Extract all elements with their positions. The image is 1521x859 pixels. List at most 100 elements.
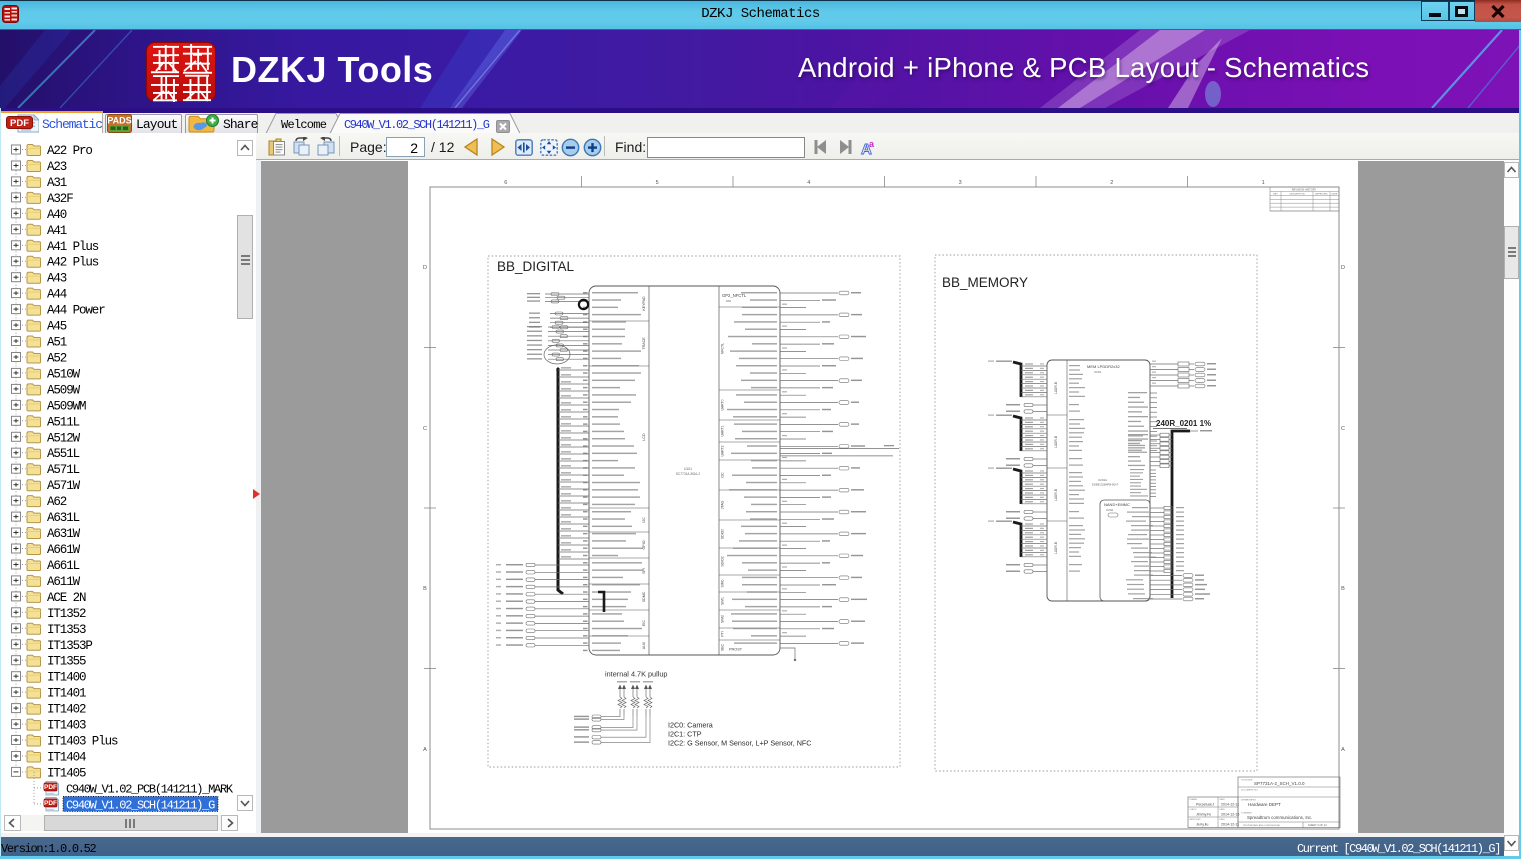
svg-text:A509W: A509W (47, 383, 81, 397)
svg-text:LCD: LCD (642, 433, 646, 441)
svg-text:PTI: PTI (721, 631, 725, 636)
svg-text:A661W: A661W (47, 543, 81, 557)
svg-text:GP2_NFCTL: GP2_NFCTL (722, 293, 747, 298)
svg-text:Jerry.liu: Jerry.liu (1196, 822, 1208, 826)
svg-text:internal 4.7K pullup: internal 4.7K pullup (605, 670, 667, 679)
svg-text:A62: A62 (47, 495, 67, 509)
svg-text:SIM1: SIM1 (721, 597, 725, 605)
svg-text:IT1402: IT1402 (47, 703, 86, 717)
svg-text:A23: A23 (47, 160, 67, 174)
svg-text:BB_DIGITAL: BB_DIGITAL (497, 259, 575, 274)
svg-text:LADR-B: LADR-B (1054, 436, 1058, 448)
svg-text:UART2: UART2 (721, 445, 725, 456)
svg-text:IT1353P: IT1353P (47, 639, 92, 653)
svg-text:DATE: DATE (1220, 818, 1226, 821)
svg-text:A611W: A611W (47, 575, 81, 589)
svg-text:SPI: SPI (642, 568, 646, 574)
svg-text:DATE: DATE (1220, 808, 1226, 811)
svg-text:DESCRIPTION: DESCRIPTION (1290, 194, 1305, 196)
svg-text:2: 2 (1110, 180, 1113, 186)
svg-text:2014-12-11: 2014-12-11 (1221, 822, 1239, 826)
svg-text:REVISION HISTORY: REVISION HISTORY (1292, 188, 1317, 192)
svg-text:A44 Power: A44 Power (47, 304, 105, 318)
svg-text:A32F: A32F (47, 192, 73, 206)
svg-text:APPROVED: APPROVED (1315, 193, 1328, 196)
svg-text:A631L: A631L (47, 511, 80, 525)
svg-text:D: D (423, 265, 427, 271)
svg-text:A51: A51 (47, 336, 67, 350)
svg-text:C940W_V1.02_SCH(141211)_G: C940W_V1.02_SCH(141211)_G (66, 798, 215, 812)
svg-text:A52: A52 (47, 352, 67, 366)
svg-text:240R_0201 1%: 240R_0201 1% (1156, 419, 1211, 428)
svg-text:U201A: U201A (1098, 478, 1107, 482)
svg-text:BB_MEMORY: BB_MEMORY (942, 275, 1028, 290)
svg-text:6: 6 (504, 180, 507, 186)
svg-text:B: B (423, 586, 427, 592)
svg-text:A571L: A571L (47, 463, 80, 477)
svg-text:C940W_V1.02_PCB(141211)_MARK: C940W_V1.02_PCB(141211)_MARK (66, 782, 234, 796)
svg-text:IT1405: IT1405 (47, 766, 86, 780)
svg-text:IT1403: IT1403 (47, 719, 86, 733)
svg-text:I2C: I2C (721, 472, 725, 478)
svg-text:A512W: A512W (47, 431, 81, 445)
svg-text:PDF: PDF (44, 784, 57, 791)
svg-text:U202: U202 (1106, 508, 1114, 512)
svg-text:IT1404: IT1404 (47, 751, 86, 765)
svg-text:A661L: A661L (47, 559, 80, 573)
svg-text:NFCTL: NFCTL (721, 343, 725, 354)
svg-text:PROST: PROST (729, 648, 743, 652)
svg-text:A510W: A510W (47, 367, 81, 381)
svg-text:DOCUMENT NO.: DOCUMENT NO. (1241, 790, 1258, 792)
svg-text:SDIO0: SDIO0 (721, 529, 725, 539)
svg-text:EDB8132B4PB-8D-F: EDB8132B4PB-8D-F (1092, 483, 1119, 487)
svg-text:A41 Plus: A41 Plus (47, 240, 99, 254)
svg-text:PAD: PAD (726, 299, 731, 303)
svg-text:TRACE: TRACE (642, 337, 646, 350)
svg-text:D: D (1341, 265, 1345, 271)
svg-text:SIM2: SIM2 (721, 615, 725, 623)
svg-text:AUX: AUX (642, 641, 646, 649)
svg-text:IT1355: IT1355 (47, 655, 86, 669)
svg-text:A40: A40 (47, 208, 67, 222)
svg-text:A45: A45 (47, 320, 67, 334)
svg-text:U101: U101 (684, 467, 692, 471)
svg-text:A44: A44 (47, 288, 67, 302)
svg-text:SEC: SEC (721, 643, 725, 651)
svg-text:1: 1 (1262, 180, 1265, 186)
svg-text:NAND+EMMC: NAND+EMMC (1104, 502, 1130, 507)
svg-text:A: A (423, 747, 427, 753)
svg-text:TITLE/SIZE: TITLE/SIZE (1241, 780, 1253, 782)
svg-text:A42 Plus: A42 Plus (47, 256, 99, 270)
svg-text:A551L: A551L (47, 447, 80, 461)
svg-text:ACE 2N: ACE 2N (47, 591, 86, 605)
svg-text:A: A (1341, 747, 1345, 753)
svg-text:UART0: UART0 (721, 399, 725, 410)
svg-text:IT1403 Plus: IT1403 Plus (47, 735, 118, 749)
svg-text:A41: A41 (47, 224, 67, 238)
svg-text:DATE: DATE (1220, 798, 1226, 801)
svg-text:LADR-B: LADR-B (1054, 382, 1058, 394)
svg-text:C: C (423, 426, 427, 432)
svg-text:APPROVED: APPROVED (1190, 818, 1202, 821)
svg-text:2014-12-15: 2014-12-15 (1221, 812, 1239, 816)
svg-text:EIC: EIC (642, 620, 646, 626)
svg-text:4: 4 (807, 180, 810, 186)
svg-text:REV: REV (1273, 194, 1278, 196)
svg-text:I2C1: CTP: I2C1: CTP (668, 730, 702, 739)
svg-text:A631W: A631W (47, 527, 81, 541)
svg-text:a: a (869, 139, 875, 149)
svg-text:U201: U201 (1094, 370, 1102, 374)
svg-text:PADS: PADS (107, 116, 131, 126)
svg-text:2014-12-11: 2014-12-11 (1221, 802, 1239, 806)
svg-text:DATE: DATE (1332, 193, 1338, 196)
svg-text:LADR-B: LADR-B (1054, 542, 1058, 554)
svg-text:SDIO2: SDIO2 (721, 556, 725, 566)
svg-text:SHEET 2 OF 12: SHEET 2 OF 12 (1308, 823, 1327, 827)
svg-text:5: 5 (656, 180, 659, 186)
svg-text:Spreadtrum communications, Inc: Spreadtrum communications, Inc. (1247, 815, 1312, 820)
svg-text:IT1400: IT1400 (47, 671, 86, 685)
svg-text:A511L: A511L (47, 415, 80, 429)
svg-text:A43: A43 (47, 272, 67, 286)
svg-text:PROPRIETARY AND CONFIDENTIAL: PROPRIETARY AND CONFIDENTIAL (1243, 824, 1281, 827)
svg-text:I2C0: Camera: I2C0: Camera (668, 721, 713, 730)
